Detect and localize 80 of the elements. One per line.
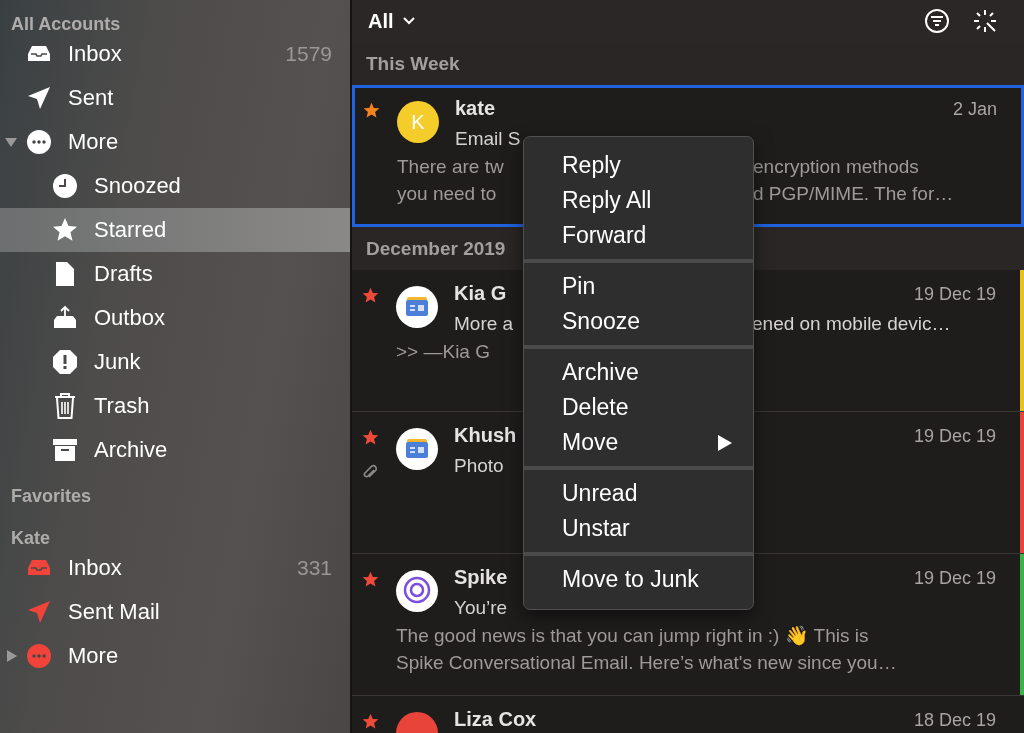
menu-item[interactable]: Reply xyxy=(524,148,753,183)
star-icon[interactable] xyxy=(362,429,379,446)
sender-name: Liza Cox xyxy=(454,708,537,731)
sidebar-item[interactable]: Sent Mail xyxy=(0,590,350,634)
email-date: 19 Dec 19 xyxy=(913,426,996,447)
menu-item[interactable]: Unread xyxy=(524,476,753,511)
filter-dropdown[interactable]: All xyxy=(368,9,416,33)
star-icon[interactable] xyxy=(362,713,379,730)
item-label: Outbox xyxy=(94,305,165,331)
sidebar-item[interactable]: Inbox 1579 xyxy=(0,32,350,76)
chat-bubble-avatar-icon xyxy=(396,570,438,612)
section-header: Kate xyxy=(10,527,51,546)
item-label: Sent xyxy=(68,85,114,111)
filter-icon[interactable] xyxy=(924,8,950,34)
email-date: 18 Dec 19 xyxy=(913,710,996,731)
item-label: Trash xyxy=(94,393,150,419)
email-row[interactable]: Liza Cox 18 Dec 19 xyxy=(352,696,1024,733)
sender-name: Khush xyxy=(454,424,517,447)
star-icon[interactable] xyxy=(363,102,380,119)
section-header: Favorites xyxy=(10,485,93,504)
item-label: More xyxy=(68,129,119,155)
sidebar-item[interactable]: Starred xyxy=(0,208,350,252)
sparkle-wand-icon[interactable] xyxy=(972,8,998,34)
menu-item[interactable]: Move to Junk xyxy=(524,562,753,597)
menu-item[interactable]: Unstar xyxy=(524,511,753,546)
item-label: Inbox xyxy=(68,41,122,67)
unread-count: 1579 xyxy=(285,42,332,66)
item-label: Archive xyxy=(94,437,168,463)
disclosure-triangle-icon[interactable] xyxy=(4,649,18,663)
sidebar-item[interactable]: Sent xyxy=(0,76,350,120)
sidebar-item[interactable]: Archive xyxy=(0,428,350,472)
item-label: Inbox xyxy=(68,555,122,581)
disclosure-triangle-icon[interactable] xyxy=(4,135,18,149)
email-subject: More a xyxy=(454,313,515,335)
sender-name: kate xyxy=(455,97,496,120)
item-label: Sent Mail xyxy=(68,599,160,625)
sidebar-item[interactable]: Trash xyxy=(0,384,350,428)
email-preview: There are tw xyxy=(397,155,505,179)
star-icon[interactable] xyxy=(362,287,379,304)
chevron-down-icon xyxy=(401,16,416,26)
email-subject: Photo xyxy=(454,455,505,477)
menu-item[interactable]: Snooze xyxy=(524,304,753,339)
sender-name: Kia G xyxy=(454,282,507,305)
sidebar-item[interactable]: Snoozed xyxy=(0,164,350,208)
sidebar-item[interactable]: Inbox 331 xyxy=(0,546,350,590)
menu-item[interactable]: Archive xyxy=(524,355,753,390)
email-date: 19 Dec 19 xyxy=(913,284,996,305)
sidebar-item[interactable]: More xyxy=(0,634,350,678)
email-preview: encryption methods xyxy=(753,155,920,179)
menu-item[interactable]: Reply All xyxy=(524,183,753,218)
group-header: This Week xyxy=(352,42,1024,85)
email-subject: You’re xyxy=(454,597,509,619)
sidebar-item[interactable]: More xyxy=(0,120,350,164)
item-label: Starred xyxy=(94,217,167,243)
unread-count: 331 xyxy=(296,556,332,580)
email-preview: Spike Conversational Email. Here’s what's new since you… xyxy=(396,651,898,675)
item-label: Junk xyxy=(94,349,141,375)
menu-item[interactable]: Pin xyxy=(524,269,753,304)
email-subject: Email S xyxy=(455,128,522,150)
star-icon[interactable] xyxy=(362,571,379,588)
sender-name: Spike xyxy=(454,566,508,589)
menu-item[interactable]: Delete xyxy=(524,390,753,425)
email-date: 2 Jan xyxy=(952,99,997,120)
email-preview: >> —Kia G xyxy=(396,340,491,364)
menu-item[interactable]: Move xyxy=(524,425,753,460)
news-app-avatar-icon xyxy=(396,286,438,328)
news-app-avatar-icon xyxy=(396,428,438,470)
sidebar-item[interactable]: Outbox xyxy=(0,296,350,340)
email-date: 19 Dec 19 xyxy=(913,568,996,589)
email-preview: you need to xyxy=(397,182,498,206)
email-preview: d PGP/MIME. The for… xyxy=(753,182,955,206)
sidebar-item[interactable]: Junk xyxy=(0,340,350,384)
item-label: More xyxy=(68,643,119,669)
email-preview: The good news is that you can jump right in :) 👋 This is xyxy=(396,624,870,648)
sidebar-item[interactable]: Drafts xyxy=(0,252,350,296)
avatar: K xyxy=(397,101,439,143)
section-header: All Accounts xyxy=(10,13,122,32)
item-label: Drafts xyxy=(94,261,153,287)
email-subject: ened on mobile devic… xyxy=(752,313,952,335)
item-label: Snoozed xyxy=(94,173,181,199)
